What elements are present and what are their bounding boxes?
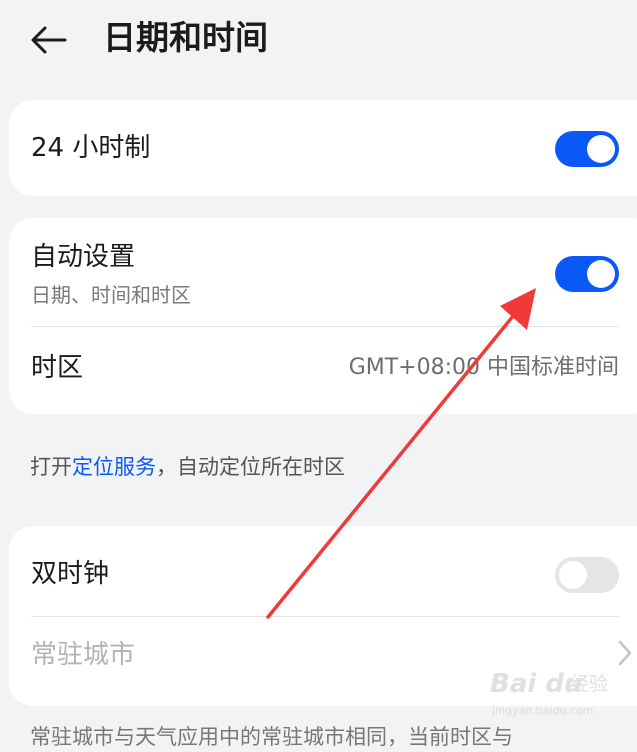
sublabel-auto-settings: 日期、时间和时区 [31,283,191,307]
card-auto-settings: 自动设置 日期、时间和时区 时区 GMT+08:00 中国标准时间 [9,218,637,414]
page-title: 日期和时间 [103,18,268,57]
toggle-knob [559,561,587,589]
label-auto-settings: 自动设置 [31,242,136,272]
toggle-24-hour[interactable] [555,131,619,167]
hint-prefix: 打开 [30,455,72,479]
toggle-dual-clock[interactable] [555,557,619,593]
row-timezone[interactable]: 时区 GMT+08:00 中国标准时间 [9,327,637,414]
back-button[interactable] [26,18,72,62]
value-timezone: GMT+08:00 中国标准时间 [348,355,619,380]
label-24-hour: 24 小时制 [31,133,151,163]
watermark-brand: Bai du [490,669,583,699]
baidu-watermark: Bai du 经验 jingyan.baidu.com [488,668,628,724]
title-bar: 日期和时间 [0,0,637,80]
hint-suffix: ，自动定位所在时区 [156,455,345,479]
toggle-auto-settings[interactable] [555,256,619,292]
watermark-label: 经验 [570,673,609,695]
toggle-knob [587,260,615,288]
row-24-hour[interactable]: 24 小时制 [9,100,637,196]
location-service-link[interactable]: 定位服务 [72,455,156,479]
card-24-hour: 24 小时制 [9,100,637,196]
arrow-left-icon [31,26,67,54]
location-hint: 打开定位服务，自动定位所在时区 [30,452,345,482]
row-auto-settings[interactable]: 自动设置 日期、时间和时区 [9,218,637,326]
footer-description: 常驻城市与天气应用中的常驻城市相同，当前时区与 [30,725,513,749]
row-dual-clock[interactable]: 双时钟 [9,526,637,616]
toggle-knob [587,135,615,163]
chevron-right-icon [618,640,632,666]
label-home-city: 常驻城市 [31,640,136,670]
label-timezone: 时区 [31,353,84,383]
label-dual-clock: 双时钟 [31,559,110,589]
watermark-url: jingyan.baidu.com [492,704,594,717]
